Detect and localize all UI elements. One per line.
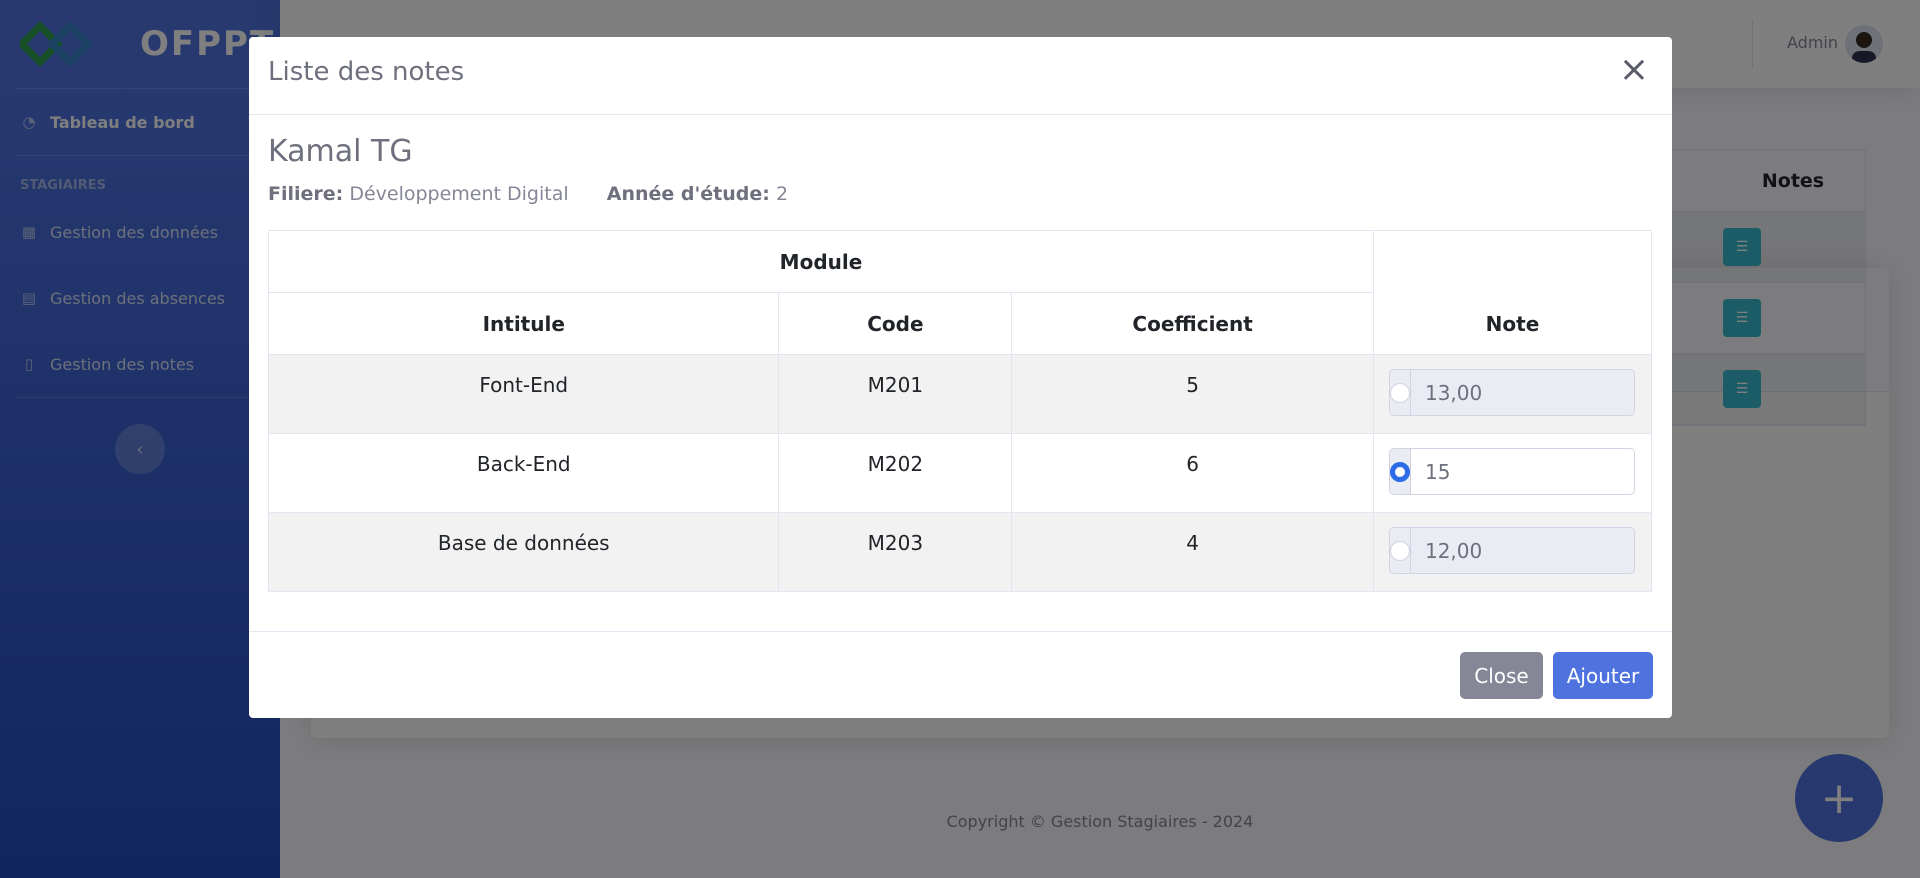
note-radio-wrapper bbox=[1389, 449, 1411, 494]
modal-header: Liste des notes × bbox=[249, 37, 1672, 115]
note-radio[interactable] bbox=[1389, 382, 1410, 403]
note-radio[interactable] bbox=[1389, 461, 1410, 482]
intitule-cell: Back-End bbox=[267, 433, 780, 513]
table-row: Back-End M202 6 bbox=[267, 433, 1653, 513]
intitule-cell: Font-End bbox=[267, 354, 780, 434]
note-cell bbox=[1372, 512, 1653, 592]
close-icon[interactable]: × bbox=[1614, 49, 1654, 90]
note-radio-wrapper bbox=[1389, 528, 1411, 573]
student-meta: Filiere: Développement Digital Année d'é… bbox=[268, 183, 788, 205]
note-cell bbox=[1372, 433, 1653, 513]
note-radio[interactable] bbox=[1389, 540, 1410, 561]
note-input[interactable] bbox=[1410, 449, 1634, 494]
student-name: Kamal TG bbox=[268, 134, 413, 169]
modal-footer: Close Ajouter bbox=[249, 631, 1672, 718]
filiere-value: Développement Digital bbox=[349, 183, 569, 205]
modal-title: Liste des notes bbox=[268, 57, 465, 87]
note-cell bbox=[1372, 354, 1653, 434]
annee-value: 2 bbox=[775, 183, 789, 205]
module-group-header: Module bbox=[268, 230, 1374, 293]
notes-modal: Liste des notes × Kamal TG Filiere: Déve… bbox=[249, 37, 1672, 718]
coefficient-cell: 4 bbox=[1011, 512, 1374, 592]
add-button[interactable]: Ajouter bbox=[1553, 652, 1653, 699]
note-input[interactable] bbox=[1410, 370, 1634, 415]
table-row: Base de données M203 4 bbox=[267, 512, 1653, 592]
coefficient-cell: 6 bbox=[1011, 433, 1374, 513]
coefficient-column-header: Coefficient bbox=[1011, 292, 1374, 355]
coefficient-cell: 5 bbox=[1011, 354, 1374, 434]
notes-table: Module Note Intitule Code Coefficient Fo… bbox=[267, 230, 1653, 592]
intitule-cell: Base de données bbox=[267, 512, 780, 592]
table-row: Font-End M201 5 bbox=[267, 354, 1653, 434]
note-radio-wrapper bbox=[1389, 370, 1411, 415]
code-cell: M201 bbox=[778, 354, 1013, 434]
note-column-header: Note bbox=[1372, 230, 1653, 355]
code-cell: M202 bbox=[778, 433, 1013, 513]
note-input-group bbox=[1388, 527, 1635, 574]
code-cell: M203 bbox=[778, 512, 1013, 592]
note-input[interactable] bbox=[1410, 528, 1634, 573]
note-input-group bbox=[1388, 369, 1635, 416]
filiere-label: Filiere: bbox=[268, 183, 344, 205]
annee-label: Année d'étude: bbox=[606, 183, 770, 205]
note-input-group bbox=[1388, 448, 1635, 495]
code-column-header: Code bbox=[778, 292, 1013, 355]
intitule-column-header: Intitule bbox=[267, 292, 780, 355]
close-button[interactable]: Close bbox=[1460, 652, 1543, 699]
